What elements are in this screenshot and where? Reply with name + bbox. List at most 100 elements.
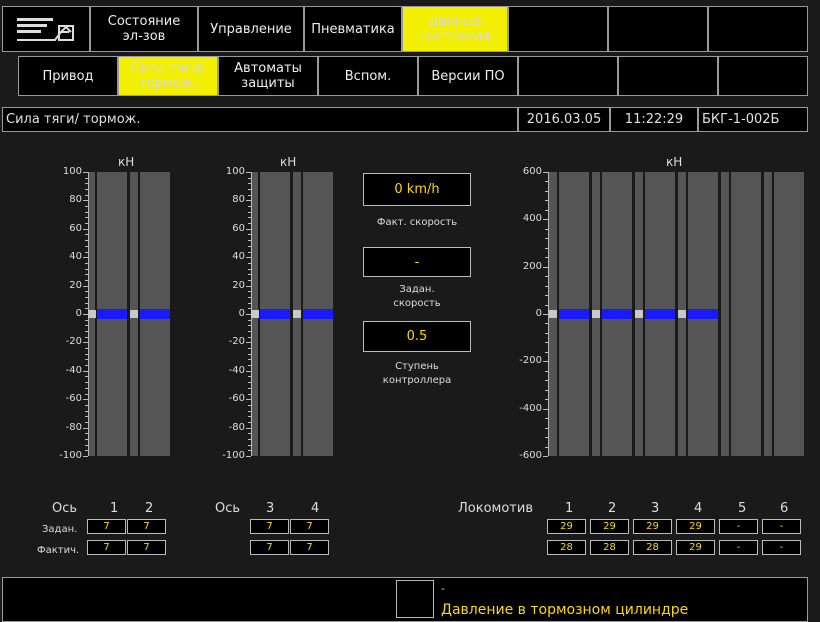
set-speed-label: Задан. скорость <box>393 284 441 309</box>
scale-group1-tick <box>85 279 88 281</box>
loco-number: 2 <box>608 501 617 516</box>
sub-tab-7[interactable] <box>618 56 718 96</box>
top-tab-4[interactable]: Данные состояния <box>402 6 508 52</box>
scale-group2-tick <box>248 382 251 384</box>
axis-label-group2: Ось <box>215 501 241 516</box>
scale-loco-label: 600 <box>522 166 542 177</box>
scale-group2-tick <box>248 353 251 355</box>
scale-group1-tick <box>83 456 88 457</box>
scale-group2-tick <box>246 172 251 173</box>
scale-group2-label: -60 <box>228 393 245 405</box>
loco-actual-cell: - <box>719 540 758 555</box>
top-tab-6[interactable] <box>608 6 708 52</box>
scale-group1-tick <box>85 387 88 389</box>
sub-tab-3[interactable]: Автоматы защиты <box>218 56 318 96</box>
scale-group2-tick <box>248 387 251 389</box>
scale-group1-label: 40 <box>69 251 82 263</box>
scale-group1-tick <box>85 183 88 185</box>
scale-group1-tick <box>85 223 88 225</box>
scale-group2-tick <box>248 319 251 321</box>
scale-group2-tick <box>248 279 251 281</box>
menu-button[interactable] <box>2 6 90 52</box>
scale-loco-tick <box>545 209 548 211</box>
scale-group2-tick <box>246 257 251 259</box>
scale-group2-label: 20 <box>232 279 245 291</box>
scale-group2-label: -40 <box>228 364 245 376</box>
top-tab-7[interactable] <box>708 6 808 52</box>
scale-group2-tick <box>248 444 251 446</box>
top-tab-3[interactable]: Пневматика <box>304 6 402 52</box>
scale-group1-tick <box>85 365 88 367</box>
scale-group2-tick <box>248 206 251 208</box>
scale-group1-tick <box>85 348 88 350</box>
scale-group1-label: 0 <box>75 308 82 319</box>
scale-loco-label: 200 <box>522 260 542 272</box>
scale-group2-tick <box>248 262 251 264</box>
scale-group2-tick <box>248 416 251 418</box>
loco-actual-cell: 29 <box>676 540 715 555</box>
sub-tab-2[interactable]: Сила тяги/ тормож. <box>118 56 218 96</box>
axis-2-level <box>140 309 170 319</box>
scale-group1-tick <box>83 342 88 344</box>
scale-group2-tick <box>248 234 251 236</box>
sub-tab-5[interactable]: Версии ПО <box>418 56 518 96</box>
scale-group2-tick <box>248 404 251 406</box>
page-title: Сила тяги/ тормож. <box>2 107 518 132</box>
scale-group2-tick <box>248 365 251 367</box>
scale-group2-tick <box>248 251 251 253</box>
top-tab-2[interactable]: Управление <box>198 6 304 52</box>
controller-step-label: Ступень контроллера <box>382 361 452 386</box>
scale-group1-tick <box>83 370 88 372</box>
scale-group1-label: -40 <box>65 364 82 376</box>
scale-group2-tick <box>248 194 251 196</box>
scale-loco-tick <box>545 332 548 334</box>
scale-group2-label: 100 <box>225 166 245 177</box>
scale-group2-label: -80 <box>228 421 245 433</box>
scale-loco-tick <box>545 351 548 353</box>
actual-value-cell: 7 <box>87 540 126 555</box>
sub-tab-6[interactable] <box>518 56 618 96</box>
scale-group1-tick <box>83 172 88 173</box>
scale-loco-tick <box>545 257 548 259</box>
scale-group1-tick <box>85 211 88 213</box>
axis-3-level <box>260 309 290 319</box>
scale-loco-tick <box>545 323 548 325</box>
scale-group2-tick <box>248 433 251 435</box>
scale-group1-tick <box>85 291 88 293</box>
axis-label-group1: Ось <box>52 501 78 516</box>
scale-loco-tick <box>545 304 548 306</box>
scale-group1-tick <box>85 274 88 276</box>
sub-tab-8[interactable] <box>718 56 808 96</box>
axis-number: 4 <box>311 501 320 516</box>
unit-label-group2: кН <box>280 155 297 169</box>
loco-set-cell: 29 <box>547 519 586 534</box>
scale-group1-tick <box>85 194 88 196</box>
scale-group2-tick <box>248 336 251 338</box>
scale-group1-tick <box>85 359 88 361</box>
actual-value-cell: 7 <box>127 540 166 555</box>
sub-tab-4[interactable]: Вспом. <box>318 56 418 96</box>
scale-group2-tick <box>248 376 251 378</box>
scale-group2-tick <box>246 342 251 344</box>
loco-3-marker <box>635 310 643 318</box>
scale-group1-tick <box>85 177 88 179</box>
sub-tab-1[interactable]: Привод <box>18 56 118 96</box>
status-indicator <box>396 580 434 618</box>
scale-group2-tick <box>248 240 251 242</box>
scale-group2-tick <box>248 359 251 361</box>
scale-group1-tick <box>85 404 88 406</box>
axis-4-level <box>303 309 333 319</box>
scale-group1-tick <box>85 296 88 298</box>
scale-group1-tick <box>85 410 88 412</box>
scale-group2-tick <box>248 450 251 452</box>
scale-group2-tick <box>248 217 251 219</box>
loco-set-cell: - <box>762 519 801 534</box>
scale-group2-label: -20 <box>228 336 245 348</box>
top-tab-1[interactable]: Состояние эл-зов <box>90 6 198 52</box>
scale-group1-label: -100 <box>59 450 82 461</box>
locomotive-home-icon <box>17 18 74 41</box>
scale-group2-tick <box>246 285 251 287</box>
loco-1-marker <box>549 310 557 318</box>
loco-actual-cell: 28 <box>590 540 629 555</box>
top-tab-5[interactable] <box>508 6 608 52</box>
